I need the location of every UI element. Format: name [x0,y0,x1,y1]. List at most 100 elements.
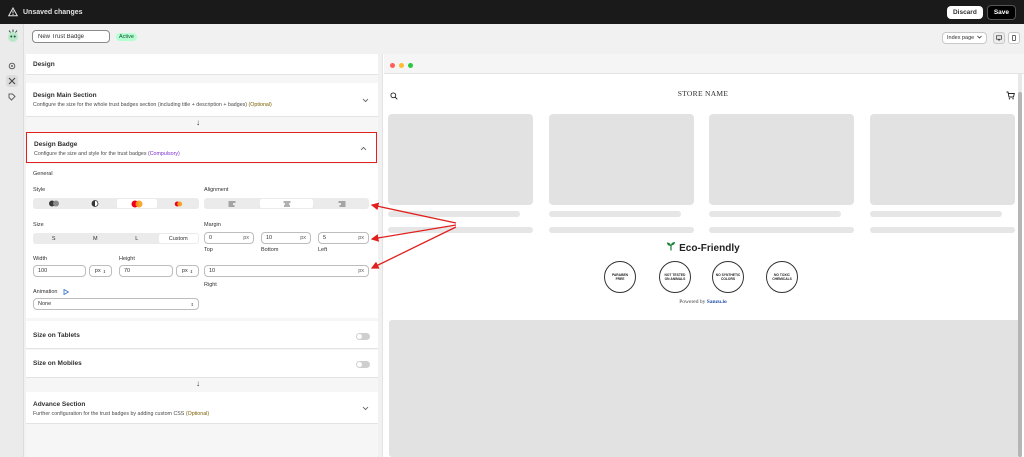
style-option-3-selected[interactable] [117,199,157,208]
width-value: 100 [38,268,48,274]
style-selector [33,198,199,209]
product-title-line [870,211,1002,217]
flow-arrow-icon: ↓ [196,379,200,388]
play-icon[interactable] [63,288,70,297]
optional-tag: (Optional) [185,411,210,417]
badge-line-2: COLORS [720,277,736,281]
powered-link[interactable]: Sanzu.io [707,299,727,305]
select-arrows-icon: ⇕ [102,268,107,274]
align-center-icon[interactable] [260,199,313,208]
style-option-2[interactable] [76,199,116,208]
page-select[interactable]: Index page [942,32,987,44]
section-desc-text: Configure the size for the whole trust b… [33,102,248,108]
size-tablets-section[interactable]: Size on Tablets [26,321,378,349]
size-option-m[interactable]: M [76,234,116,243]
product-card [870,114,1015,205]
no-toxic-chemicals-badge: NO TOXIC CHEMICALS [766,261,798,293]
margin-right-label: Right [204,282,217,288]
desktop-view-button[interactable] [993,32,1005,44]
warning-icon [8,7,18,17]
badge-line-2: FREE [615,277,625,281]
align-right-icon[interactable] [315,199,368,208]
unsaved-changes-title: Unsaved changes [23,8,83,16]
height-input[interactable]: 70 [119,265,173,277]
width-input[interactable]: 100 [33,265,86,277]
size-selector: S M L Custom [33,233,199,244]
mobile-view-button[interactable] [1008,32,1020,44]
app-logo-icon [6,28,20,44]
status-badge: Active [116,33,137,41]
preview-scrollbar[interactable] [1018,74,1022,457]
flow-arrow-icon: ↓ [196,118,200,127]
section-desc-text: Further configuration for the trust badg… [33,411,185,417]
top-bar: Unsaved changes Discard Save [0,0,1024,24]
animation-select[interactable]: None ⇕ [33,298,199,310]
section-desc: Configure the size for the whole trust b… [33,102,272,108]
size-option-s[interactable]: S [34,234,74,243]
margin-left-label: Left [318,247,328,253]
product-price-line [870,227,1015,233]
left-icon-rail [0,24,24,457]
unit-label: px [300,235,306,241]
minimize-dot-icon [399,63,404,68]
badge-text: NO SYNTHETIC COLORS [716,273,741,281]
design-icon[interactable] [6,75,18,87]
settings-panel: Design Design Main Section Configure the… [26,54,378,457]
powered-prefix: Powered by [679,299,706,305]
margin-right-input[interactable]: 10 px [204,265,369,277]
margin-bottom-value: 10 [266,235,273,241]
mobiles-toggle[interactable] [356,361,370,368]
size-option-custom[interactable]: Custom [158,234,198,243]
sprout-icon [666,242,676,254]
margin-right-value: 10 [209,268,216,274]
size-mobiles-section[interactable]: Size on Mobiles [26,350,378,378]
editor-header: Active Index page [24,28,1024,50]
settings-icon[interactable] [6,60,18,72]
margin-left-input[interactable]: 5 px [318,232,369,244]
badge-text: NOT TESTED ON ANIMALS [665,273,686,281]
chevron-down-icon[interactable] [362,406,369,411]
badge-text: PARABEN FREE [612,273,628,281]
design-badge-header[interactable]: Design Badge Configure the size and styl… [26,132,377,163]
no-synthetic-colors-badge: NO SYNTHETIC COLORS [712,261,744,293]
design-badge-body: General Style Alignment Size S M L Custo… [26,164,378,318]
style-option-4[interactable] [159,199,199,208]
style-option-1[interactable] [34,199,74,208]
close-dot-icon [390,63,395,68]
height-unit-select[interactable]: px ⇕ [176,265,199,277]
not-tested-on-animals-badge: NOT TESTED ON ANIMALS [659,261,691,293]
product-card [388,114,533,205]
product-card [549,114,694,205]
alignment-selector [204,198,369,209]
margin-top-input[interactable]: 0 px [204,232,254,244]
chevron-down-icon[interactable] [362,98,369,103]
cart-icon[interactable] [1006,91,1015,102]
section-desc: Configure the size and style for the tru… [34,151,180,157]
align-left-icon[interactable] [205,199,258,208]
scrollbar-thumb[interactable] [1018,92,1022,457]
design-main-section[interactable]: Design Main Section Configure the size f… [26,83,378,117]
tag-icon[interactable] [6,91,18,103]
size-option-l[interactable]: L [117,234,157,243]
advance-section[interactable]: Advance Section Further configuration fo… [26,392,378,424]
discard-button[interactable]: Discard [946,5,983,19]
compulsory-tag: (Compulsory) [147,151,180,157]
tablets-toggle[interactable] [356,333,370,340]
badge-line-2: ON ANIMALS [664,277,686,281]
badge-name-input[interactable] [32,30,110,43]
product-price-line [709,227,854,233]
chevron-down-icon [977,35,982,41]
section-title: Advance Section [33,401,86,408]
save-button[interactable]: Save [986,4,1016,20]
section-title: Size on Tablets [33,332,80,339]
unit-label: px [358,235,364,241]
margin-bottom-input[interactable]: 10 px [261,232,311,244]
page-select-value: Index page [947,35,975,41]
chevron-up-icon[interactable] [360,146,367,151]
general-label: General [33,171,53,177]
optional-tag: (Optional) [248,102,272,108]
width-unit-select[interactable]: px ⇕ [89,265,112,277]
unit-label: px [243,235,249,241]
app-root: Unsaved changes Discard Save Active Inde… [0,0,1024,457]
margin-left-value: 5 [323,235,327,241]
